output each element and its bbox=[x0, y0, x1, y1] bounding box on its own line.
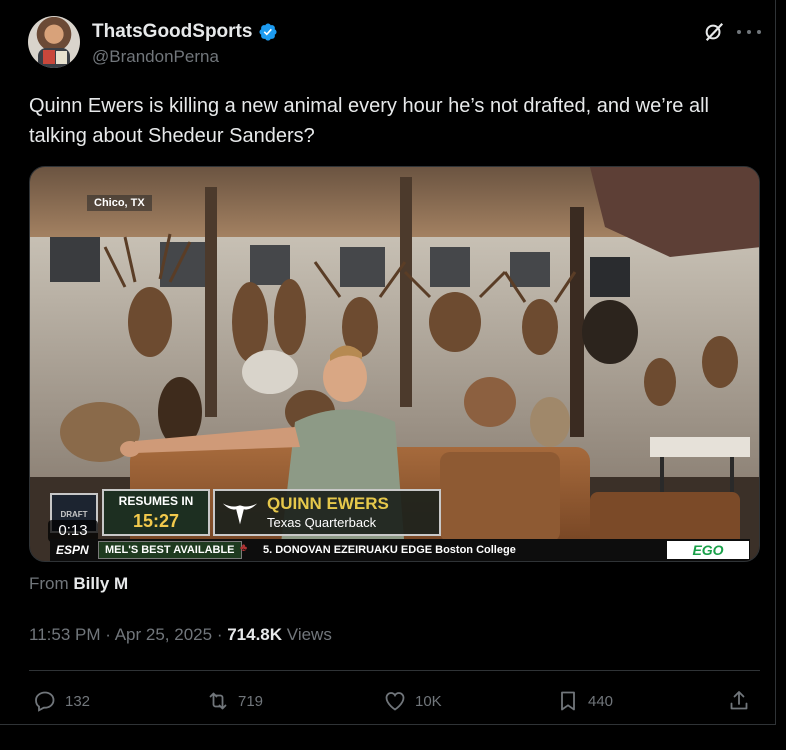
avatar-card-white bbox=[56, 51, 67, 64]
player-subtitle: Texas Quarterback bbox=[267, 515, 377, 530]
player-box: QUINN EWERS Texas Quarterback bbox=[213, 489, 441, 536]
views-label: Views bbox=[286, 625, 332, 644]
author-handle[interactable]: @BrandonPerna bbox=[92, 47, 219, 67]
tweet-text: Quinn Ewers is killing a new animal ever… bbox=[29, 95, 709, 147]
meta-separator: · bbox=[216, 625, 223, 644]
tweet-time[interactable]: 11:53 PM bbox=[29, 625, 101, 644]
attribution-prefix: From bbox=[29, 574, 69, 593]
resumes-time: 15:27 bbox=[132, 511, 180, 531]
like-count: 10K bbox=[415, 692, 442, 710]
tweet-date[interactable]: Apr 25, 2025 bbox=[115, 625, 212, 644]
grok-icon[interactable] bbox=[703, 21, 725, 43]
card-bottom-border bbox=[0, 724, 776, 725]
tweet-meta: 11:53 PM · Apr 25, 2025 · 714.8K Views bbox=[29, 625, 332, 645]
bookmark-count: 440 bbox=[588, 692, 614, 710]
repost-button[interactable]: 719 bbox=[206, 686, 263, 716]
column-border bbox=[775, 0, 776, 725]
broadcast-lower-third: DRAFT RESUMES IN 15:27 QUINN EWERS Texas… bbox=[50, 489, 441, 536]
broadcast-ticker: ESPN MEL'S BEST AVAILABLE ♣ 5. DONOVAN E… bbox=[50, 539, 750, 561]
author-display-name[interactable]: ThatsGoodSports bbox=[92, 21, 252, 43]
like-button[interactable]: 10K bbox=[383, 686, 442, 716]
attribution-source[interactable]: Billy M bbox=[73, 574, 128, 593]
avatar[interactable] bbox=[28, 16, 80, 68]
longhorn-icon bbox=[222, 503, 258, 525]
meta-separator: · bbox=[105, 625, 111, 644]
ticker-label: MEL'S BEST AVAILABLE bbox=[98, 541, 242, 559]
video-player[interactable]: Chico, TX DRAFT RESUMES IN 15:27 QUINN E… bbox=[29, 166, 760, 562]
avatar-card-red bbox=[43, 50, 55, 64]
resumes-box: RESUMES IN 15:27 bbox=[102, 489, 210, 536]
resumes-label: RESUMES IN bbox=[118, 494, 194, 508]
verified-badge-icon bbox=[259, 23, 277, 41]
bookmark-icon bbox=[561, 691, 575, 711]
reply-count: 132 bbox=[65, 692, 91, 710]
reply-button[interactable]: 132 bbox=[33, 686, 90, 716]
location-tag: Chico, TX bbox=[87, 195, 152, 211]
share-button[interactable] bbox=[727, 686, 751, 716]
more-dot bbox=[757, 30, 761, 34]
divider bbox=[29, 670, 760, 671]
more-icon[interactable] bbox=[737, 22, 761, 42]
espn-logo: ESPN bbox=[56, 543, 89, 557]
repost-count: 719 bbox=[238, 692, 264, 710]
bookmark-button[interactable]: 440 bbox=[556, 686, 613, 716]
boston-college-logo: ♣ bbox=[240, 542, 248, 554]
views-count: 714.8K bbox=[227, 625, 283, 644]
more-dot bbox=[747, 30, 751, 34]
share-icon bbox=[730, 691, 748, 710]
more-dot bbox=[737, 30, 741, 34]
repost-icon bbox=[209, 692, 227, 710]
reply-icon bbox=[35, 691, 55, 712]
author-name-row[interactable]: ThatsGoodSports bbox=[92, 20, 278, 44]
action-bar: 132 719 10K 440 bbox=[29, 686, 759, 716]
media-attribution: From Billy M bbox=[29, 574, 128, 594]
ticker-pick: 5. DONOVAN EZEIRUAKU EDGE Boston College bbox=[263, 544, 516, 556]
heart-icon bbox=[385, 692, 405, 711]
sponsor-logo: EGO bbox=[667, 541, 749, 559]
player-name: QUINN EWERS bbox=[267, 494, 389, 513]
tweet-card: ThatsGoodSports @BrandonPerna Quinn Ewer… bbox=[0, 0, 786, 750]
